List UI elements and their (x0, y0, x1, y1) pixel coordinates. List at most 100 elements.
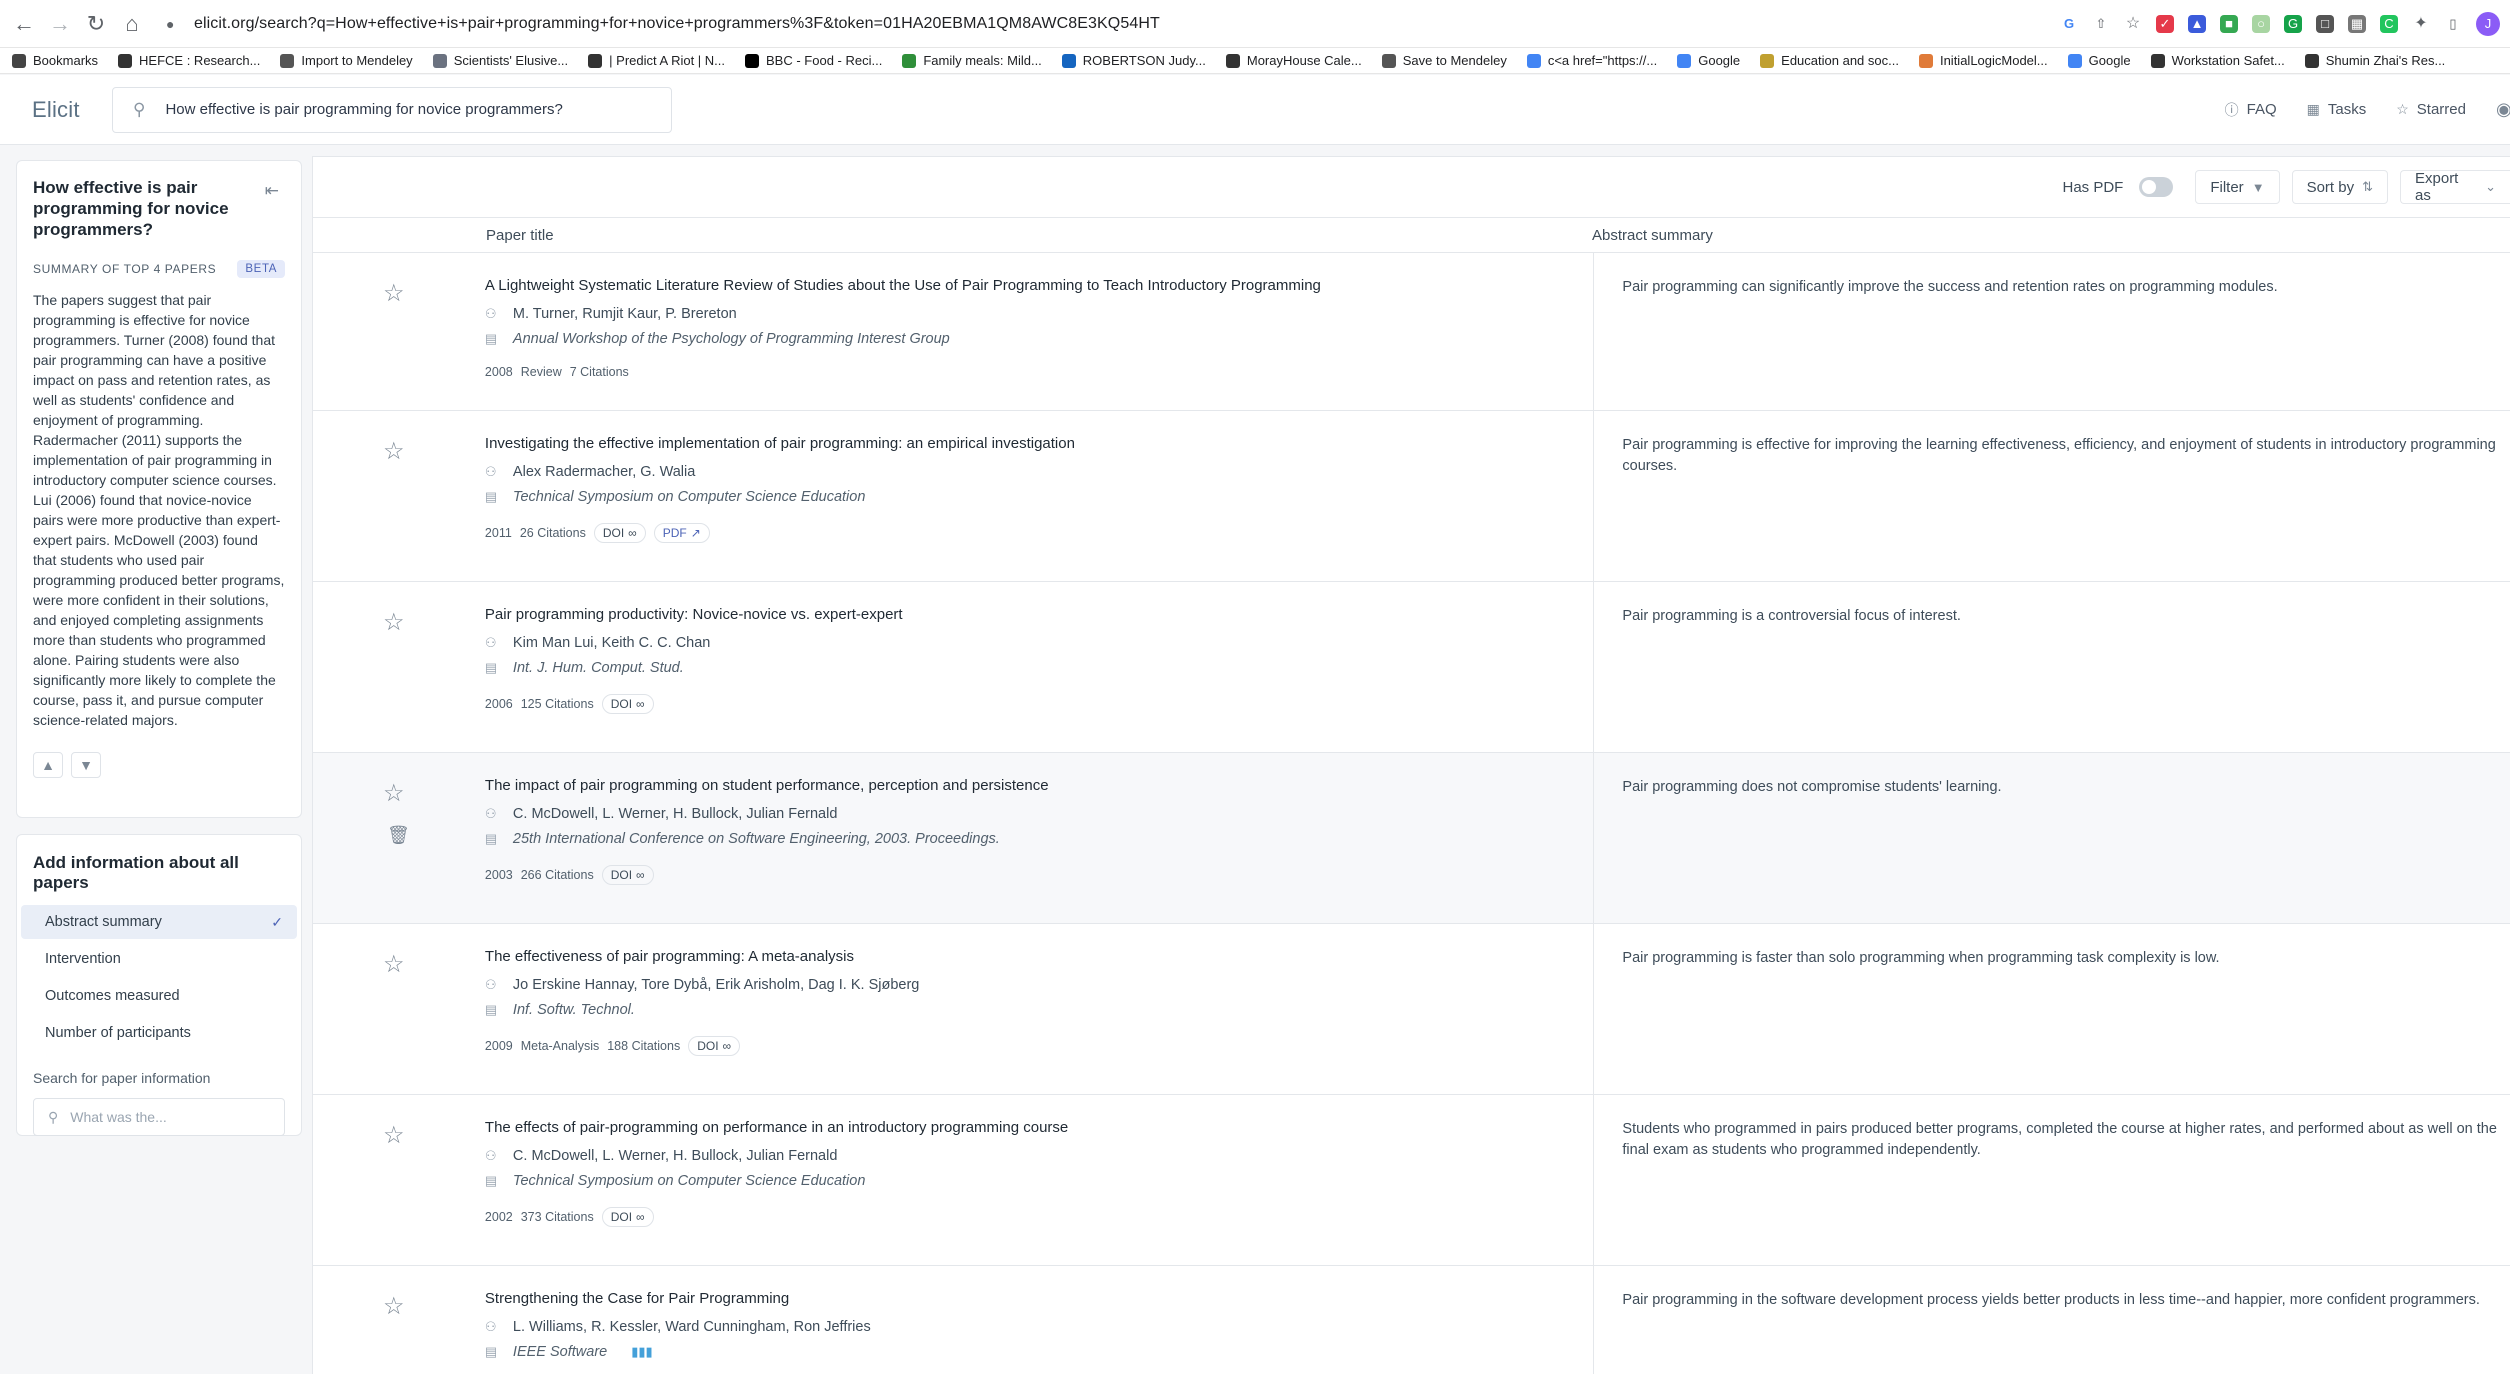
bookmark-item[interactable]: Bookmarks (12, 53, 98, 68)
paper-citations[interactable]: 125 Citations (521, 697, 594, 711)
star-icon[interactable]: ☆ (383, 437, 405, 466)
doi-link[interactable]: DOI ∞ (688, 1036, 741, 1056)
column-outcomes-measured[interactable]: Outcomes measured (21, 979, 297, 1013)
google-translate-icon[interactable]: G (2060, 14, 2078, 33)
bookmark-item[interactable]: Import to Mendeley (280, 53, 413, 68)
trash-icon[interactable]: 🗑 (387, 825, 410, 846)
paper-title[interactable]: The effects of pair-programming on perfo… (485, 1119, 1593, 1136)
star-icon[interactable]: ☆ (383, 608, 405, 637)
paper-title[interactable]: The effectiveness of pair programming: A… (485, 948, 1593, 965)
paper-title[interactable]: Strengthening the Case for Pair Programm… (485, 1290, 1593, 1307)
bookmark-item[interactable]: BBC - Food - Reci... (745, 53, 882, 68)
extension-grid-icon[interactable]: ▦ (2348, 14, 2366, 33)
column-number-of-participants[interactable]: Number of participants (21, 1016, 297, 1050)
google-icon (2067, 53, 2082, 68)
extension-circle-icon[interactable]: C (2380, 14, 2398, 33)
collapse-sidebar-icon[interactable]: ⇤ (265, 181, 279, 201)
star-icon[interactable]: ☆ (383, 1121, 405, 1150)
home-icon[interactable]: ⌂ (116, 8, 148, 40)
column-intervention[interactable]: Intervention (21, 942, 297, 976)
bookmark-item[interactable]: HEFCE : Research... (118, 53, 260, 68)
search-input[interactable]: ⚲ How effective is pair programming for … (112, 86, 672, 133)
address-field[interactable]: ● elicit.org/search?q=How+effective+is+p… (166, 15, 2060, 33)
has-pdf-toggle[interactable] (2139, 177, 2174, 197)
pdf-link[interactable]: PDF ↗ (653, 523, 710, 543)
doi-link[interactable]: DOI ∞ (601, 865, 654, 885)
bookmark-item[interactable]: InitialLogicModel... (1918, 53, 2048, 68)
bookmark-item[interactable]: c<a href="https://... (1526, 53, 1657, 68)
bar-chart-icon: ▮▮▮ (631, 1344, 653, 1359)
table-row[interactable]: ☆ Strengthening the Case for Pair Progra… (313, 1266, 2510, 1374)
bookmark-item[interactable]: Shumin Zhai's Res... (2304, 53, 2445, 68)
people-icon: ⚇ (484, 635, 497, 650)
faq-link[interactable]: ⓘ FAQ (2225, 100, 2277, 120)
back-arrow-icon[interactable]: ← (8, 8, 40, 40)
bookmark-item[interactable]: Save to Mendeley (1381, 53, 1507, 68)
col-header-title[interactable]: Paper title (486, 227, 1592, 244)
sort-button[interactable]: Sort by ⇅ (2291, 170, 2388, 204)
col-header-summary[interactable]: Abstract summary (1592, 227, 1713, 244)
paper-citations[interactable]: 373 Citations (521, 1210, 594, 1224)
doi-link[interactable]: DOI ∞ (593, 523, 646, 543)
summary-card: How effective is pair programming for no… (16, 160, 302, 818)
elicit-logo[interactable]: Elicit (32, 97, 112, 123)
account-icon[interactable]: ◉ (2496, 99, 2510, 120)
star-icon[interactable]: ☆ (383, 950, 405, 979)
bookmark-item[interactable]: Family meals: Mild... (902, 53, 1042, 68)
star-icon[interactable]: ☆ (383, 779, 405, 808)
bookmark-item[interactable]: Google (1677, 53, 1740, 68)
paper-citations[interactable]: 7 Citations (570, 365, 629, 379)
paper-year: 2003 (484, 868, 513, 882)
paper-title[interactable]: The impact of pair programming on studen… (485, 777, 1593, 794)
paper-citations[interactable]: 26 Citations (520, 526, 586, 540)
thumbs-up-button[interactable]: ▲ (33, 752, 63, 778)
summary-text: The papers suggest that pair programming… (33, 292, 285, 728)
search-paper-input[interactable]: ⚲ What was the... (33, 1098, 285, 1136)
starred-label: Starred (2416, 101, 2466, 118)
paper-citations[interactable]: 266 Citations (521, 868, 594, 882)
table-row[interactable]: ☆ Investigating the effective implementa… (313, 411, 2510, 582)
table-row[interactable]: ☆ A Lightweight Systematic Literature Re… (313, 253, 2510, 411)
paper-citations[interactable]: 188 Citations (607, 1039, 680, 1053)
filter-button[interactable]: Filter ▼ (2195, 170, 2280, 204)
extension-leaf-icon[interactable]: ○ (2252, 14, 2270, 33)
url-text[interactable]: elicit.org/search?q=How+effective+is+pai… (194, 15, 1160, 33)
share-icon[interactable]: ⇧ (2092, 14, 2110, 33)
extension-dark-icon[interactable]: □ (2316, 14, 2334, 33)
bookmark-item[interactable]: MorayHouse Cale... (1225, 53, 1362, 68)
paper-title[interactable]: Investigating the effective implementati… (485, 435, 1593, 452)
bookmark-star-icon[interactable]: ☆ (2124, 14, 2142, 33)
table-row[interactable]: ☆ The effects of pair-programming on per… (313, 1095, 2510, 1266)
tasks-link[interactable]: ▦ Tasks (2307, 101, 2367, 118)
search-query[interactable]: How effective is pair programming for no… (165, 101, 562, 118)
sidepanel-icon[interactable]: ▯ (2444, 14, 2462, 33)
export-button[interactable]: Export as ⌄ (2400, 170, 2510, 204)
pocket-icon[interactable]: ✓ (2156, 14, 2174, 33)
bookmark-item[interactable]: ROBERTSON Judy... (1061, 53, 1206, 68)
star-icon[interactable]: ☆ (383, 279, 405, 308)
puzzle-icon[interactable]: ✦ (2412, 14, 2430, 33)
paper-title[interactable]: A Lightweight Systematic Literature Revi… (485, 277, 1593, 294)
thumbs-down-button[interactable]: ▼ (71, 752, 101, 778)
table-row[interactable]: ☆ 🗑 The impact of pair programming on st… (313, 753, 2510, 924)
doi-link[interactable]: DOI ∞ (601, 694, 654, 714)
doi-link[interactable]: DOI ∞ (601, 1207, 654, 1227)
table-row[interactable]: ☆ The effectiveness of pair programming:… (313, 924, 2510, 1095)
star-icon[interactable]: ☆ (383, 1292, 405, 1321)
bookmark-item[interactable]: Scientists' Elusive... (432, 53, 568, 68)
grammarly-icon[interactable]: G (2284, 14, 2302, 33)
profile-avatar[interactable]: J (2476, 11, 2500, 36)
bookmark-item[interactable]: Education and soc... (1760, 53, 1899, 68)
column-abstract-summary[interactable]: Abstract summary ✓ (21, 905, 297, 939)
bookmark-item[interactable]: | Predict A Riot | N... (588, 53, 725, 68)
reload-icon[interactable]: ↻ (80, 8, 112, 40)
grid-icon: ▦ (2306, 101, 2320, 117)
paper-title[interactable]: Pair programming productivity: Novice-no… (485, 606, 1593, 623)
extension-shield-icon[interactable]: ▲ (2188, 14, 2206, 33)
bookmark-item[interactable]: Workstation Safet... (2150, 53, 2285, 68)
starred-link[interactable]: ☆ Starred (2396, 101, 2466, 118)
table-row[interactable]: ☆ Pair programming productivity: Novice-… (313, 582, 2510, 753)
extension-green-icon[interactable]: ■ (2220, 14, 2238, 33)
bookmark-item[interactable]: Google (2067, 53, 2131, 68)
forward-arrow-icon[interactable]: → (44, 8, 76, 40)
